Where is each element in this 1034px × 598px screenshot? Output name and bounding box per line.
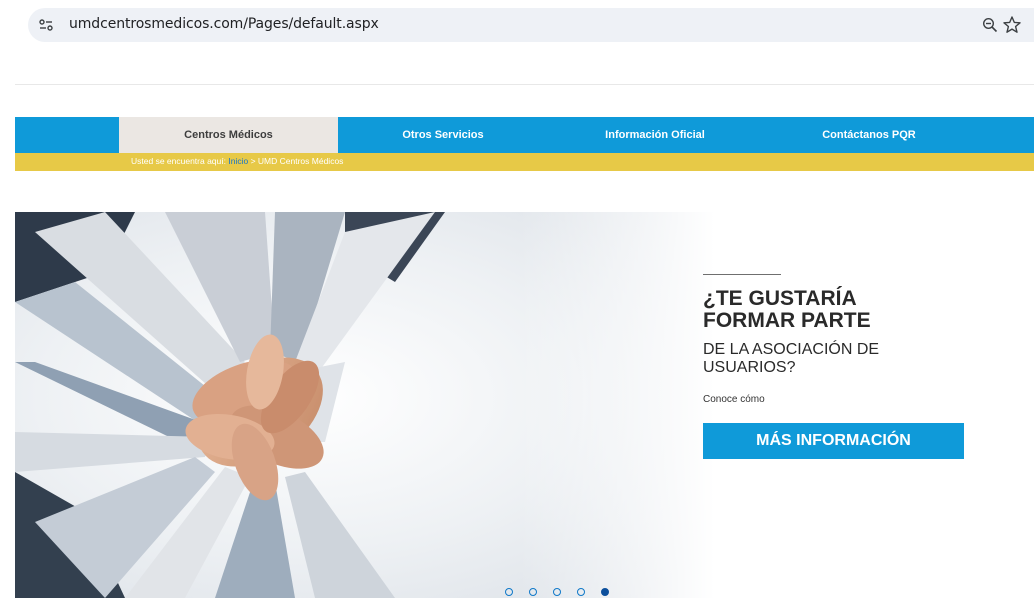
nav-item-otros-servicios[interactable]: Otros Servicios [338,117,548,153]
carousel-indicators [505,588,609,598]
hero-banner: ¿TE GUSTARÍA FORMAR PARTE DE LA ASOCIACI… [15,212,1034,598]
main-navigation: Centros Médicos Otros Servicios Informac… [15,117,1034,153]
hero-small-text: Conoce cómo [703,394,765,405]
carousel-dot-4[interactable] [577,588,585,596]
hero-sub-line1: DE LA ASOCIACIÓN DE [703,341,880,358]
carousel-dot-3[interactable] [553,588,561,596]
breadcrumb-bar: Usted se encuentra aquí: Inicio > UMD Ce… [15,153,1034,171]
breadcrumb: Usted se encuentra aquí: Inicio > UMD Ce… [131,156,343,166]
nav-item-centros-medicos[interactable]: Centros Médicos [119,117,338,153]
breadcrumb-prefix: Usted se encuentra aquí: [131,156,226,166]
hero-heading: ¿TE GUSTARÍA FORMAR PARTE [703,288,1003,332]
breadcrumb-current: UMD Centros Médicos [257,156,344,166]
header-divider [15,84,1034,85]
hero-heading-line1: ¿TE GUSTARÍA [703,287,857,310]
breadcrumb-separator: > [250,156,256,166]
url-text[interactable]: umdcentrosmedicos.com/Pages/default.aspx [69,16,379,32]
carousel-dot-1[interactable] [505,588,513,596]
zoom-icon[interactable] [982,17,998,33]
carousel-dot-5[interactable] [601,588,609,596]
more-info-button[interactable]: MÁS INFORMACIÓN [703,423,964,459]
address-bar[interactable]: umdcentrosmedicos.com/Pages/default.aspx [28,8,1034,42]
hero-divider [703,274,781,275]
hero-heading-line2: FORMAR PARTE [703,309,871,332]
nav-item-informacion-oficial[interactable]: Información Oficial [548,117,762,153]
carousel-dot-2[interactable] [529,588,537,596]
site-info-icon[interactable] [38,17,54,33]
breadcrumb-home-link[interactable]: Inicio [228,156,248,166]
hero-teamwork-hands-image [15,212,715,598]
hero-subheading: DE LA ASOCIACIÓN DE USUARIOS? [703,341,963,377]
hero-sub-line2: USUARIOS? [703,359,796,376]
bookmark-star-icon[interactable] [1002,15,1022,35]
nav-item-contactanos-pqr[interactable]: Contáctanos PQR [762,117,976,153]
